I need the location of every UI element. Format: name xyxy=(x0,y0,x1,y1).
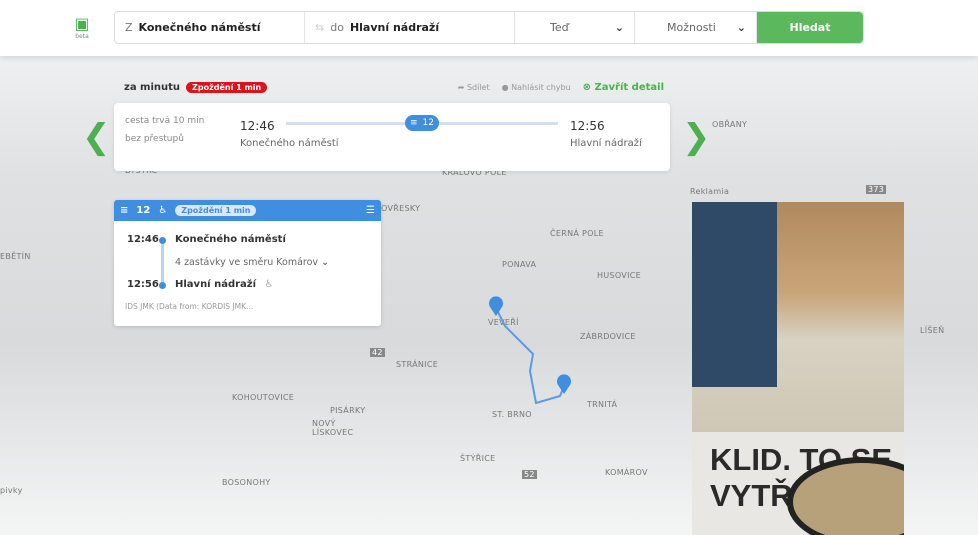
time-select[interactable]: Teď ⌄ xyxy=(515,12,635,43)
list-icon[interactable]: ☰ xyxy=(366,205,375,216)
trip-detail-panel: ≡ 12 ♿ Zpoždění 1 min ☰ 12:46 Konečného … xyxy=(114,200,381,326)
from-field[interactable]: Z Konečného náměstí xyxy=(115,12,305,43)
stops-toggle[interactable]: 4 zastávky ve směru Komárov ⌄ xyxy=(175,257,329,268)
search-button[interactable]: Hledat xyxy=(757,12,863,43)
delay-badge: Zpoždění 1 min xyxy=(186,82,268,93)
departure-stop[interactable]: Konečného náměstí xyxy=(175,234,286,245)
tram-icon: ≡ xyxy=(410,118,418,128)
search-bar: Z Konečného náměstí ⇆ do Hlavní nádraží Teď… xyxy=(114,11,864,44)
wheelchair-icon: ♿ xyxy=(264,279,274,290)
trip-card[interactable]: cesta trvá 10 min bez přestupů 12:46 Kon… xyxy=(114,103,670,171)
delay-badge: Zpoždění 1 min xyxy=(175,205,257,216)
swap-icon[interactable]: ⇆ xyxy=(315,21,324,34)
tram-icon: ≡ xyxy=(120,205,129,216)
chevron-down-icon: ⌄ xyxy=(614,21,624,34)
start-pin-icon xyxy=(488,296,503,316)
ad-image-person xyxy=(692,202,777,387)
end-pin-icon xyxy=(557,374,572,394)
previous-arrow-icon[interactable]: ❮ xyxy=(82,120,111,154)
to-field[interactable]: ⇆ do Hlavní nádraží xyxy=(305,12,515,43)
arrival-stop[interactable]: Hlavní nádraží ♿ xyxy=(175,279,274,290)
next-arrow-icon[interactable]: ❯ xyxy=(682,120,711,154)
options-select[interactable]: Možnosti ⌄ xyxy=(635,12,757,43)
report-error-button[interactable]: ● Nahlásit chybu xyxy=(502,83,571,92)
header: ▣ beta Z Konečného náměstí ⇆ do Hlavní nádra… xyxy=(0,0,978,56)
close-detail-button[interactable]: ⊗ Zavřít detail xyxy=(583,82,664,93)
stop-dot xyxy=(159,282,166,289)
chevron-down-icon: ⌄ xyxy=(321,257,330,268)
wheelchair-icon: ♿ xyxy=(158,205,168,216)
stop-dot xyxy=(159,237,166,244)
line-badge: ≡ 12 xyxy=(405,115,439,131)
route-line xyxy=(161,240,164,286)
chevron-down-icon: ⌄ xyxy=(736,21,746,34)
trip-summary-bar: za minutu Zpoždění 1 min ➦ Sdílet ● Nahl… xyxy=(124,82,664,93)
bus-icon: ▣ xyxy=(74,14,90,33)
logo[interactable]: ▣ beta xyxy=(72,14,92,40)
advertisement[interactable]: KLID. TO SE VYTŘ xyxy=(692,202,904,535)
share-button[interactable]: ➦ Sdílet xyxy=(458,83,490,92)
